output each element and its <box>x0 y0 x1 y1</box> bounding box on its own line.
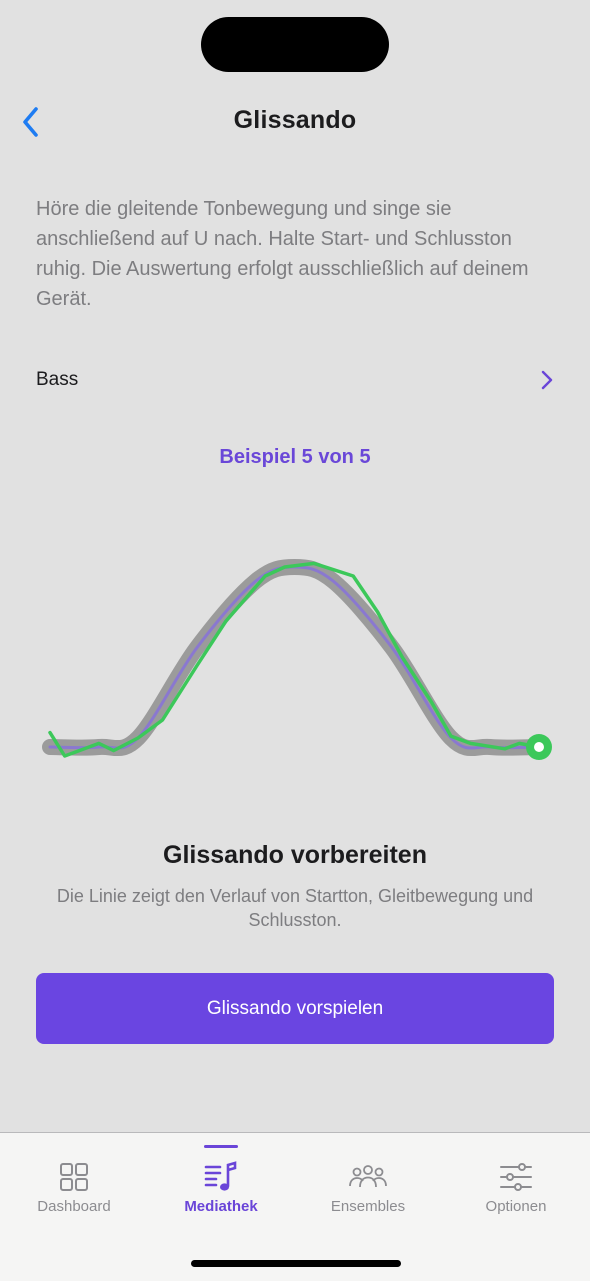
home-indicator <box>191 1260 401 1267</box>
tab-optionen[interactable]: Optionen <box>442 1133 590 1233</box>
prepare-title: Glissando vorbereiten <box>163 841 427 869</box>
tab-label-dashboard: Dashboard <box>37 1198 111 1215</box>
intro-text: Höre die gleitende Tonbewegung und singe… <box>36 198 529 310</box>
tab-label-mediathek: Mediathek <box>184 1198 258 1215</box>
navigation-bar: Glissando <box>0 92 590 152</box>
voice-selector-row[interactable]: Bass <box>36 360 554 400</box>
voice-label: Bass <box>36 369 79 390</box>
group-icon <box>349 1165 387 1188</box>
tab-mediathek[interactable]: Mediathek <box>147 1133 295 1233</box>
glissando-graph <box>42 559 552 760</box>
reference-curve <box>48 565 541 750</box>
music-library-icon <box>204 1161 237 1191</box>
tab-bar: Dashboard Mediathek Ensembles Optionen <box>0 1132 590 1281</box>
sung-curve <box>48 561 541 758</box>
dynamic-island <box>201 17 389 72</box>
play-glissando-button[interactable]: Glissando vorspielen <box>36 973 554 1044</box>
tab-label-optionen: Optionen <box>485 1198 547 1215</box>
tab-dashboard[interactable]: Dashboard <box>0 1133 148 1233</box>
page-title: Glissando <box>233 106 357 134</box>
grid-icon <box>60 1163 88 1191</box>
chevron-right-icon <box>541 370 553 390</box>
current-pitch-marker-center <box>534 742 544 752</box>
example-counter: Beispiel 5 von 5 <box>219 446 371 468</box>
tab-ensembles[interactable]: Ensembles <box>294 1133 442 1233</box>
tab-label-ensembles: Ensembles <box>330 1198 406 1215</box>
sliders-icon <box>500 1163 532 1191</box>
prepare-description: Die Linie zeigt den Verlauf von Startton… <box>56 886 534 930</box>
target-curve <box>42 559 547 757</box>
